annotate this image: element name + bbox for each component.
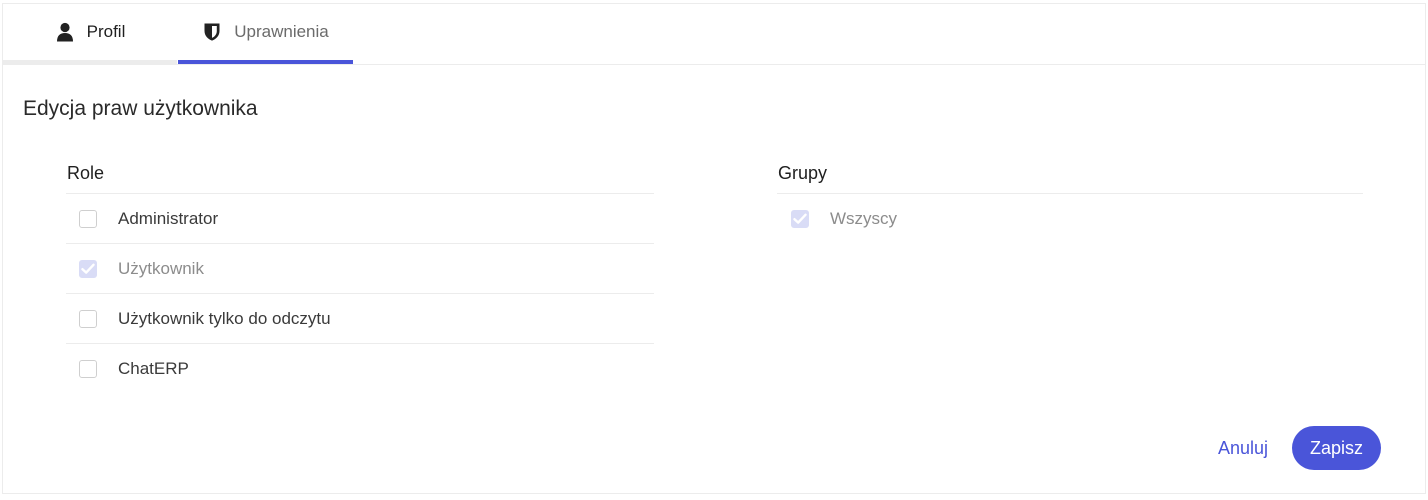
role-item-uzytkownik-readonly[interactable]: Użytkownik tylko do odczytu [66, 294, 654, 344]
groups-section: Grupy Wszyscy [777, 160, 1363, 243]
form-actions: Anuluj Zapisz [1218, 426, 1381, 470]
tab-profil-label: Profil [86, 22, 126, 41]
role-checkbox-uzytkownik [79, 259, 97, 278]
shield-icon [202, 22, 222, 42]
save-button[interactable]: Zapisz [1292, 426, 1381, 470]
role-checkbox-uzytkownik-readonly[interactable] [79, 309, 97, 328]
role-item-administrator[interactable]: Administrator [66, 194, 654, 244]
permissions-panel: Profil Uprawnienia Edycja praw użytkowni… [2, 3, 1426, 494]
role-label: ChatERP [118, 358, 189, 378]
tab-uprawnienia[interactable]: Uprawnienia [178, 4, 353, 64]
groups-header: Grupy [777, 160, 1363, 194]
check-icon [793, 213, 807, 224]
user-icon [55, 22, 75, 42]
page-title: Edycja praw użytkownika [23, 97, 258, 120]
roles-list: Administrator Użytkownik Użytkownik tylk… [66, 194, 654, 393]
tab-bar: Profil Uprawnienia [3, 4, 1425, 65]
role-label: Użytkownik tylko do odczytu [118, 308, 331, 328]
role-label: Administrator [118, 208, 219, 228]
tab-profil[interactable]: Profil [3, 4, 177, 64]
role-checkbox-administrator[interactable] [79, 209, 97, 228]
role-item-uzytkownik: Użytkownik [66, 244, 654, 294]
tab-uprawnienia-label: Uprawnienia [234, 22, 329, 41]
check-icon [81, 263, 95, 274]
roles-section: Role Administrator Użytkownik Użytkownik… [66, 160, 654, 393]
group-checkbox-wszyscy [791, 209, 809, 228]
role-label: Użytkownik [118, 258, 204, 278]
group-item-wszyscy: Wszyscy [777, 194, 1363, 243]
groups-list: Wszyscy [777, 194, 1363, 243]
role-checkbox-chaterp[interactable] [79, 359, 97, 378]
group-label: Wszyscy [830, 208, 898, 228]
cancel-button[interactable]: Anuluj [1218, 438, 1268, 459]
role-item-chaterp[interactable]: ChatERP [66, 344, 654, 393]
roles-header: Role [66, 160, 654, 194]
